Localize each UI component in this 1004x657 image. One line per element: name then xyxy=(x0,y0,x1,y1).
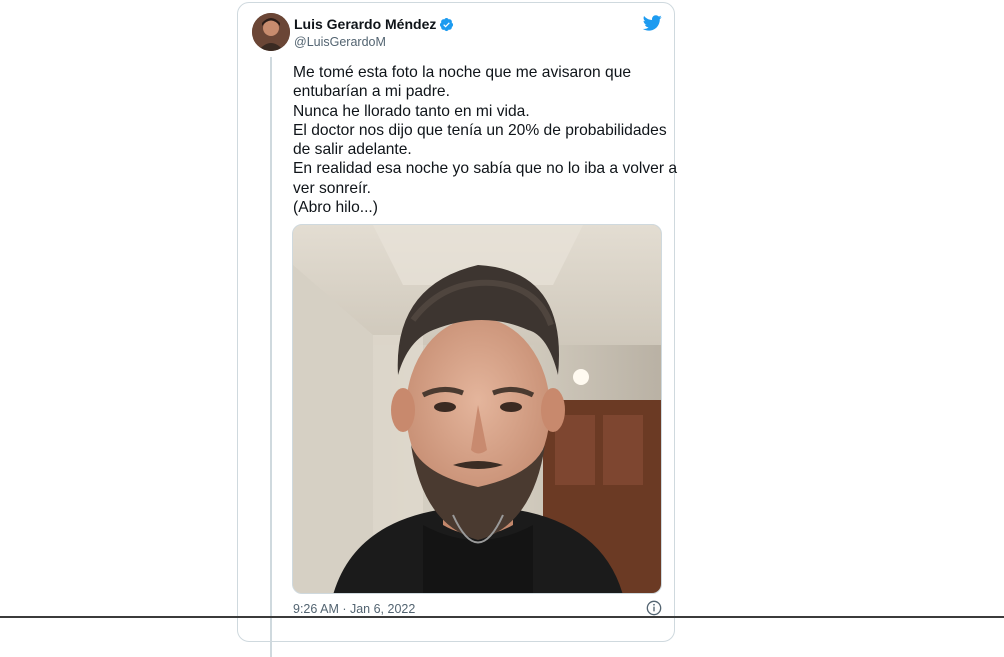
tweet-card: Luis Gerardo Méndez @LuisGerardoM Me tom… xyxy=(237,2,678,657)
verified-badge-icon xyxy=(439,17,454,32)
thread-connector-line xyxy=(270,57,272,657)
author-name[interactable]: Luis Gerardo Méndez xyxy=(294,15,436,33)
tweet-text-line: (Abro hilo...) xyxy=(293,199,378,217)
info-icon[interactable] xyxy=(646,600,662,616)
tweet-text-line: Me tomé esta foto la noche que me avisar… xyxy=(293,64,632,81)
tweet-text-line: de salir adelante. xyxy=(293,141,412,159)
author-block[interactable]: Luis Gerardo Méndez @LuisGerardoM xyxy=(294,15,454,51)
tweet-photo[interactable] xyxy=(292,224,662,594)
tweet-text-line: Nunca he llorado tanto en mi vida. xyxy=(293,102,530,120)
author-handle[interactable]: @LuisGerardoM xyxy=(294,34,454,51)
tweet-text-line: En realidad esa noche yo sabía que no lo… xyxy=(293,160,678,178)
tweet-timestamp[interactable]: 9:26 AM · Jan 6, 2022 xyxy=(293,602,415,616)
tweet-text: Me tomé esta foto la noche que me avisar… xyxy=(293,63,678,217)
tweet-text-line: entubarían a mi padre. xyxy=(293,83,450,101)
tweet-text-line: ver sonreír. xyxy=(293,179,371,197)
author-avatar[interactable] xyxy=(252,13,290,51)
tweet-text-line: El doctor nos dijo que tenía un 20% de p… xyxy=(293,121,667,139)
twitter-bird-icon[interactable] xyxy=(642,13,662,33)
